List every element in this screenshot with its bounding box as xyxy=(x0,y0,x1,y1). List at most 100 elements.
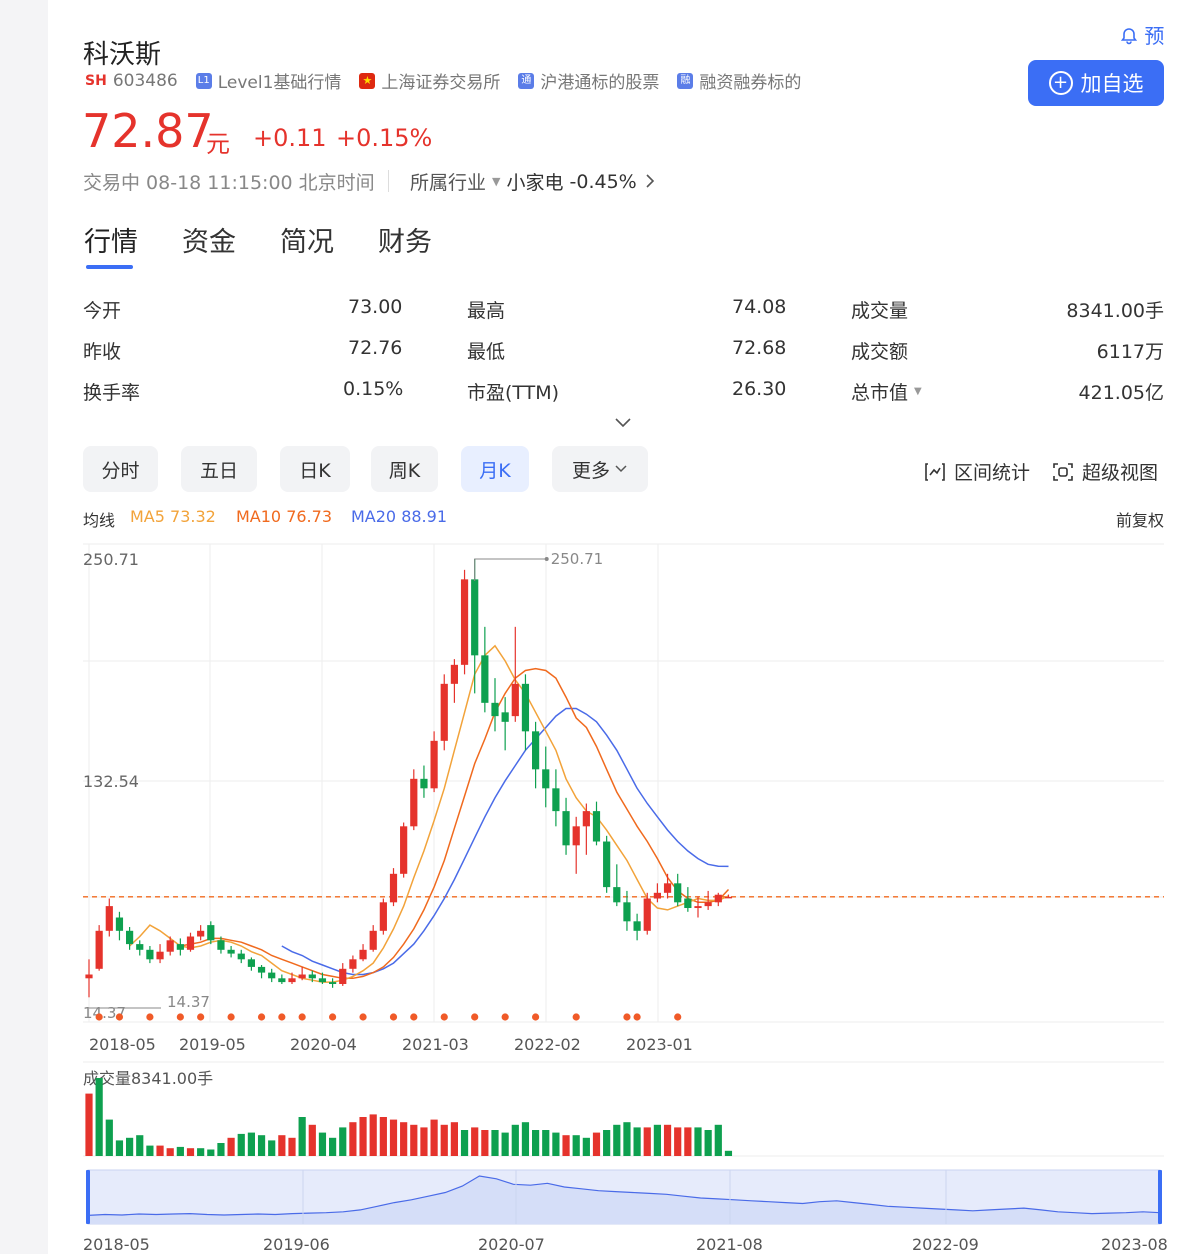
high-value: 74.08 xyxy=(732,296,787,318)
candle-body xyxy=(491,702,499,717)
moving-average-lines xyxy=(129,644,730,983)
volume-bar xyxy=(95,1078,103,1156)
adjust-toggle[interactable]: 前复权 xyxy=(1116,507,1164,531)
period-monthly[interactable]: 月K xyxy=(461,446,529,492)
bell-icon xyxy=(1120,24,1144,48)
volume-bar xyxy=(663,1124,672,1156)
x-tick-label: 2018-05 xyxy=(89,1035,156,1054)
event-marker xyxy=(176,1013,184,1021)
super-view-button[interactable]: 超级视图 xyxy=(1052,458,1158,485)
candle-body xyxy=(227,949,235,954)
candle-body xyxy=(562,811,570,846)
market-cap-label: 总市值 xyxy=(851,382,909,404)
candle-body xyxy=(166,940,174,952)
add-watchlist-button[interactable]: + 加自选 xyxy=(1028,60,1164,106)
industry-label: 所属行业 xyxy=(410,172,487,194)
max-dot xyxy=(544,557,549,561)
tab-profile[interactable]: 简况 xyxy=(280,220,334,259)
event-marker xyxy=(674,1013,682,1021)
event-marker xyxy=(257,1013,266,1021)
expand-chevron-icon[interactable] xyxy=(614,414,632,433)
candle-body xyxy=(176,944,184,950)
candle-body xyxy=(126,930,134,945)
volume-bar xyxy=(359,1117,367,1156)
period-5day[interactable]: 五日 xyxy=(181,446,257,492)
volume-bar xyxy=(146,1145,154,1156)
candle-body xyxy=(146,949,154,960)
tab-market[interactable]: 行情 xyxy=(84,220,138,259)
industry-link[interactable]: 所属行业 ▼ 小家电 -0.45% xyxy=(410,168,655,195)
candle-body xyxy=(613,887,621,903)
candle-body xyxy=(115,917,124,931)
volume-bar xyxy=(268,1140,276,1156)
tab-finance[interactable]: 财务 xyxy=(378,220,432,259)
candle-body xyxy=(704,902,712,907)
y-tick-label: 132.54 xyxy=(83,772,139,791)
open-value: 73.00 xyxy=(348,296,403,318)
candle-body xyxy=(542,769,550,789)
volume-bar xyxy=(207,1149,215,1156)
super-view-label: 超级视图 xyxy=(1082,462,1159,484)
candle-body xyxy=(532,731,540,770)
volume-bar xyxy=(511,1124,519,1156)
candle-body xyxy=(684,898,692,909)
candle-body xyxy=(633,921,641,931)
volume-bar xyxy=(643,1127,651,1156)
volume-bar xyxy=(136,1135,144,1156)
industry-name: 小家电 xyxy=(506,172,564,194)
volume-bar xyxy=(156,1145,164,1156)
volume-bar xyxy=(126,1137,134,1156)
candle-body xyxy=(197,930,205,937)
prev-close-value: 72.76 xyxy=(348,337,403,359)
monthly-kline-chart[interactable]: 250.71132.5414.37 250.7114.37 2018-05 201… xyxy=(48,536,1200,1254)
candle-body xyxy=(105,906,113,931)
price-change: +0.11 xyxy=(253,124,327,152)
volume-bar xyxy=(532,1130,540,1156)
date-axis: 2018-05 2019-05 2020-04 2021-03 2022-02 2023-… xyxy=(89,1035,693,1054)
volume-bar xyxy=(217,1143,225,1156)
min-label: 14.37 xyxy=(167,993,210,1011)
volume-bar xyxy=(633,1127,641,1156)
candle-body xyxy=(430,740,438,789)
current-price: 72.87 xyxy=(82,104,214,158)
chevron-down-icon xyxy=(615,465,627,473)
tab-funds[interactable]: 资金 xyxy=(182,220,236,259)
stock-code: 603486 xyxy=(112,70,178,91)
candle-body xyxy=(329,982,337,985)
plus-circle-icon: + xyxy=(1048,71,1073,95)
candle-body xyxy=(501,712,509,722)
period-intraday[interactable]: 分时 xyxy=(83,446,158,492)
candle-body xyxy=(288,978,296,983)
candle-body xyxy=(603,841,611,888)
event-marker xyxy=(410,1013,418,1021)
pe-label: 市盈(TTM) xyxy=(467,382,560,404)
price-alert-button[interactable]: 预 xyxy=(1120,20,1164,49)
event-marker xyxy=(623,1013,631,1021)
max-label: 250.71 xyxy=(551,550,604,568)
candle-body xyxy=(714,894,722,903)
volume-bar xyxy=(460,1130,469,1156)
trade-status: 交易中 08-18 11:15:00 北京时间 xyxy=(83,172,375,194)
period-weekly[interactable]: 周K xyxy=(371,446,438,492)
pe-value: 26.30 xyxy=(732,378,787,400)
tag-hk-connect: 沪港通标的股票 xyxy=(540,73,660,93)
candle-body xyxy=(247,959,255,967)
candle-body xyxy=(694,906,702,909)
range-stats-button[interactable]: 区间统计 xyxy=(924,458,1030,485)
x-tick-label: 2021-03 xyxy=(402,1035,469,1054)
y-tick-label: 250.71 xyxy=(83,550,139,569)
range-stats-icon xyxy=(925,462,945,481)
volume-bar xyxy=(481,1130,489,1156)
period-daily[interactable]: 日K xyxy=(280,446,350,492)
volume-bar xyxy=(704,1130,712,1156)
ma20-legend: MA20 88.91 xyxy=(351,507,447,526)
market-cap-label-group[interactable]: 总市值 ▼ xyxy=(851,378,922,405)
period-more[interactable]: 更多 xyxy=(552,446,648,492)
volume-bar xyxy=(471,1127,479,1156)
candle-body xyxy=(278,978,286,983)
volume-bar xyxy=(491,1130,499,1156)
volume-bar xyxy=(450,1122,458,1156)
volume-label: 成交量 xyxy=(851,300,909,322)
candle-body xyxy=(379,902,387,931)
market-badge: SH xyxy=(85,72,107,89)
